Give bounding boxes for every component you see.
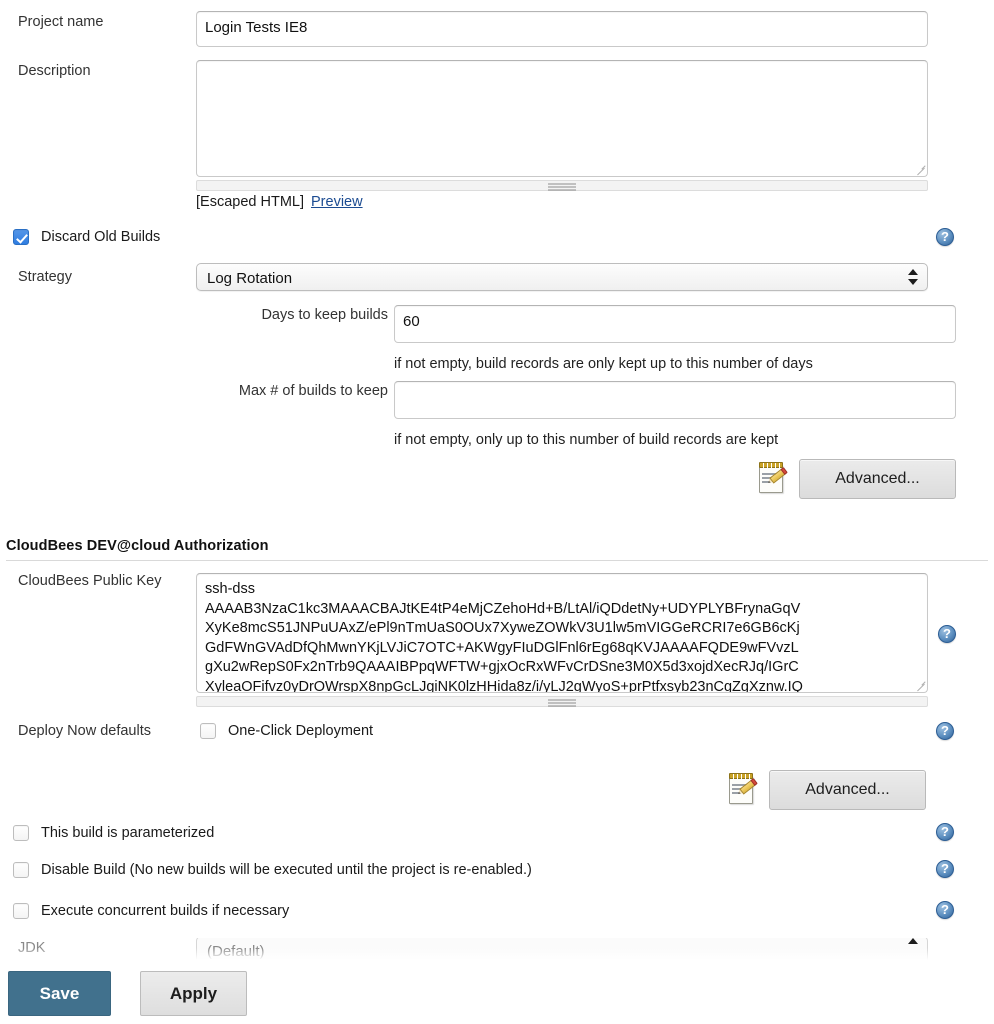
cloudbees-public-key-label: CloudBees Public Key — [18, 572, 194, 590]
cloudbees-public-key-textarea[interactable]: ssh-dss AAAAB3NzaC1kc3MAAACBAJtKE4tP4eMj… — [196, 573, 928, 693]
cloudbees-section-heading: CloudBees DEV@cloud Authorization — [6, 538, 269, 554]
section-divider — [6, 560, 988, 561]
save-button[interactable]: Save — [8, 971, 111, 1016]
days-to-keep-label: Days to keep builds — [130, 306, 388, 324]
project-name-row: Project name — [18, 13, 188, 31]
max-builds-label: Max # of builds to keep — [130, 382, 388, 400]
help-icon-build-parameterized[interactable] — [936, 823, 954, 841]
help-icon-discard-old-builds[interactable] — [936, 228, 954, 246]
project-name-label: Project name — [18, 13, 188, 31]
concurrent-builds-checkbox[interactable] — [13, 903, 29, 919]
jdk-row-fade — [0, 948, 994, 962]
build-parameterized-checkbox[interactable] — [13, 825, 29, 841]
public-key-horizontal-scrollbar[interactable] — [196, 696, 928, 707]
description-row: Description — [18, 62, 188, 80]
disable-build-checkbox[interactable] — [13, 862, 29, 878]
deploy-now-label: Deploy Now defaults — [18, 722, 194, 740]
jdk-row: JDK (Default) — [0, 938, 994, 962]
chevron-updown-icon — [908, 267, 919, 287]
help-icon-disable-build[interactable] — [936, 860, 954, 878]
one-click-deployment-checkbox[interactable] — [200, 723, 216, 739]
advanced-button-discard[interactable]: Advanced... — [799, 459, 956, 499]
notepad-pencil-icon-1 — [757, 461, 787, 495]
disable-build-row[interactable]: Disable Build (No new builds will be exe… — [13, 861, 532, 879]
description-textarea[interactable] — [196, 60, 928, 177]
days-to-keep-hint: if not empty, build records are only kep… — [394, 355, 813, 373]
build-parameterized-label: This build is parameterized — [41, 824, 214, 842]
concurrent-builds-label: Execute concurrent builds if necessary — [41, 902, 289, 920]
one-click-deployment-label: One-Click Deployment — [228, 722, 373, 740]
concurrent-builds-row[interactable]: Execute concurrent builds if necessary — [13, 902, 289, 920]
description-label: Description — [18, 62, 188, 80]
description-footer: [Escaped HTML] Preview — [196, 194, 363, 210]
scrollbar-grip-icon — [548, 183, 576, 188]
strategy-select[interactable]: Log Rotation — [196, 263, 928, 291]
max-builds-input[interactable] — [394, 381, 956, 419]
help-icon-deploy-now[interactable] — [936, 722, 954, 740]
discard-old-builds-label: Discard Old Builds — [41, 228, 160, 246]
build-parameterized-row[interactable]: This build is parameterized — [13, 824, 214, 842]
advanced-button-deploy-now[interactable]: Advanced... — [769, 770, 926, 810]
public-key-textarea-wrap: ssh-dss AAAAB3NzaC1kc3MAAACBAJtKE4tP4eMj… — [196, 573, 928, 693]
discard-old-builds-checkbox[interactable] — [13, 229, 29, 245]
scrollbar-grip-icon-2 — [548, 699, 576, 704]
strategy-selected-value: Log Rotation — [207, 270, 292, 287]
disable-build-label: Disable Build (No new builds will be exe… — [41, 861, 532, 879]
help-icon-concurrent-builds[interactable] — [936, 901, 954, 919]
job-configuration-page: Project name Login Tests IE8 Description… — [0, 0, 994, 1024]
description-horizontal-scrollbar[interactable] — [196, 180, 928, 191]
days-to-keep-input[interactable]: 60 — [394, 305, 956, 343]
escaped-html-note: [Escaped HTML] — [196, 194, 304, 210]
discard-old-builds-row[interactable]: Discard Old Builds — [13, 228, 160, 246]
one-click-deployment-row[interactable]: One-Click Deployment — [200, 722, 373, 740]
max-builds-hint: if not empty, only up to this number of … — [394, 431, 778, 449]
apply-button[interactable]: Apply — [140, 971, 247, 1016]
help-icon-public-key[interactable] — [938, 625, 956, 643]
description-textarea-wrap — [196, 60, 928, 177]
preview-link[interactable]: Preview — [311, 194, 363, 210]
project-name-input[interactable]: Login Tests IE8 — [196, 11, 928, 47]
notepad-pencil-icon-2 — [727, 772, 757, 806]
strategy-label: Strategy — [18, 268, 188, 286]
